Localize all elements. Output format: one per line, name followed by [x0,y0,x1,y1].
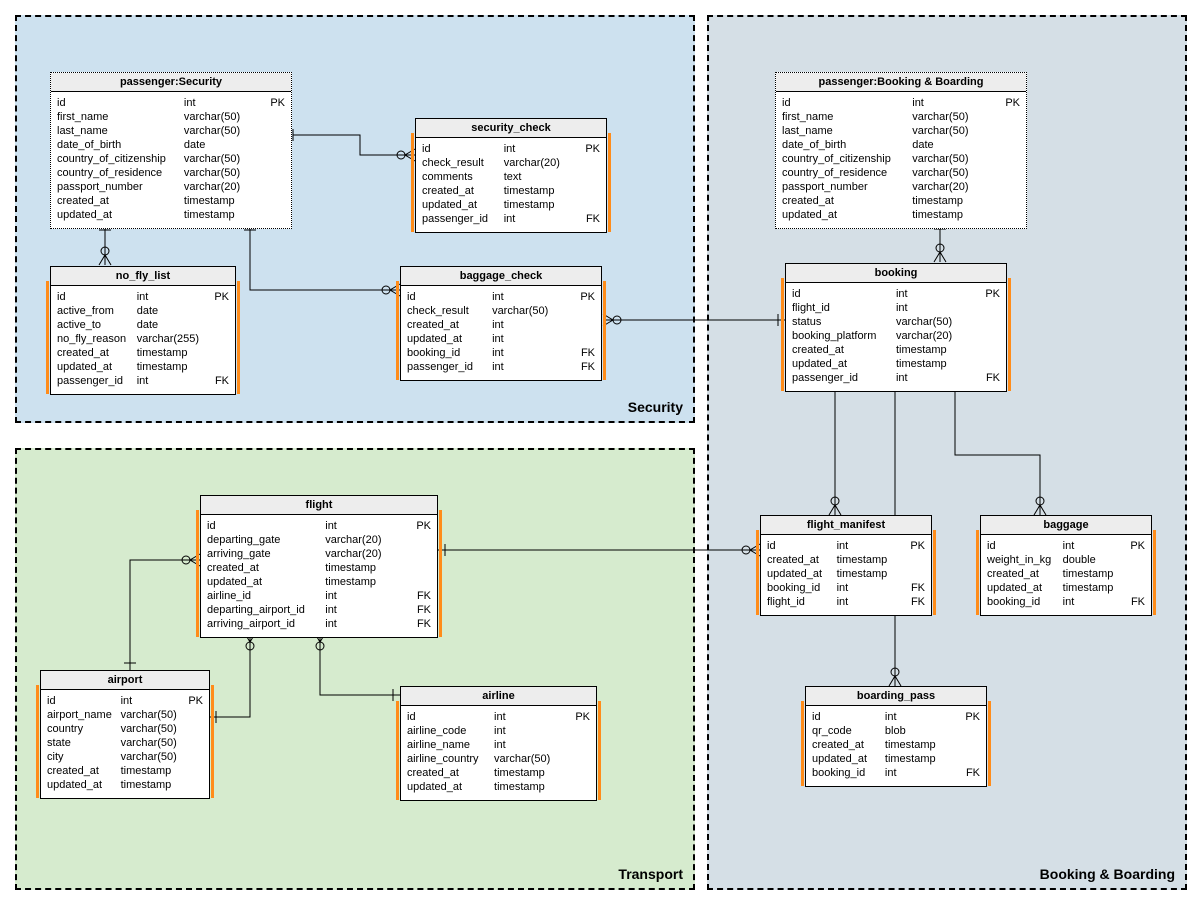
entity-baggage: baggage idintPKweight_in_kgdoublecreated… [980,515,1152,616]
entity-passenger-security: passenger:Security idintPKfirst_namevarc… [50,72,292,229]
entity-title: security_check [416,119,606,138]
entity-title: passenger:Security [51,73,291,92]
entity-no-fly-list: no_fly_list idintPKactive_fromdateactive… [50,266,236,395]
entity-columns: idintPKairline_codeintairline_nameintair… [401,706,596,800]
entity-title: airline [401,687,596,706]
entity-airport: airport idintPKairport_namevarchar(50)co… [40,670,210,799]
entity-columns: idintPKfirst_namevarchar(50)last_namevar… [51,92,291,228]
entity-title: baggage_check [401,267,601,286]
entity-booking: booking idintPKflight_idintstatusvarchar… [785,263,1007,392]
entity-title: booking [786,264,1006,283]
entity-title: boarding_pass [806,687,986,706]
entity-title: flight_manifest [761,516,931,535]
entity-title: baggage [981,516,1151,535]
entity-flight: flight idintPKdeparting_gatevarchar(20)a… [200,495,438,638]
entity-columns: idintPKweight_in_kgdoublecreated_attimes… [981,535,1151,615]
region-label-security: Security [628,399,683,415]
entity-columns: idintPKqr_codeblobcreated_attimestampupd… [806,706,986,786]
entity-columns: idintPKcheck_resultvarchar(50)created_at… [401,286,601,380]
entity-columns: idintPKflight_idintstatusvarchar(50)book… [786,283,1006,391]
entity-columns: idintPKactive_fromdateactive_todateno_fl… [51,286,235,394]
entity-columns: idintPKcheck_resultvarchar(20)commentste… [416,138,606,232]
entity-title: no_fly_list [51,267,235,286]
entity-boarding-pass: boarding_pass idintPKqr_codeblobcreated_… [805,686,987,787]
entity-columns: idintPKairport_namevarchar(50)countryvar… [41,690,209,798]
entity-title: airport [41,671,209,690]
region-label-booking: Booking & Boarding [1040,866,1175,882]
entity-baggage-check: baggage_check idintPKcheck_resultvarchar… [400,266,602,381]
entity-security-check: security_check idintPKcheck_resultvarcha… [415,118,607,233]
region-label-transport: Transport [618,866,683,882]
entity-airline: airline idintPKairline_codeintairline_na… [400,686,597,801]
entity-flight-manifest: flight_manifest idintPKcreated_attimesta… [760,515,932,616]
entity-passenger-booking: passenger:Booking & Boarding idintPKfirs… [775,72,1027,229]
er-diagram: Security Transport Booking & Boarding [0,0,1200,920]
entity-columns: idintPKdeparting_gatevarchar(20)arriving… [201,515,437,637]
entity-title: passenger:Booking & Boarding [776,73,1026,92]
entity-columns: idintPKcreated_attimestampupdated_attime… [761,535,931,615]
entity-columns: idintPKfirst_namevarchar(50)last_namevar… [776,92,1026,228]
entity-title: flight [201,496,437,515]
